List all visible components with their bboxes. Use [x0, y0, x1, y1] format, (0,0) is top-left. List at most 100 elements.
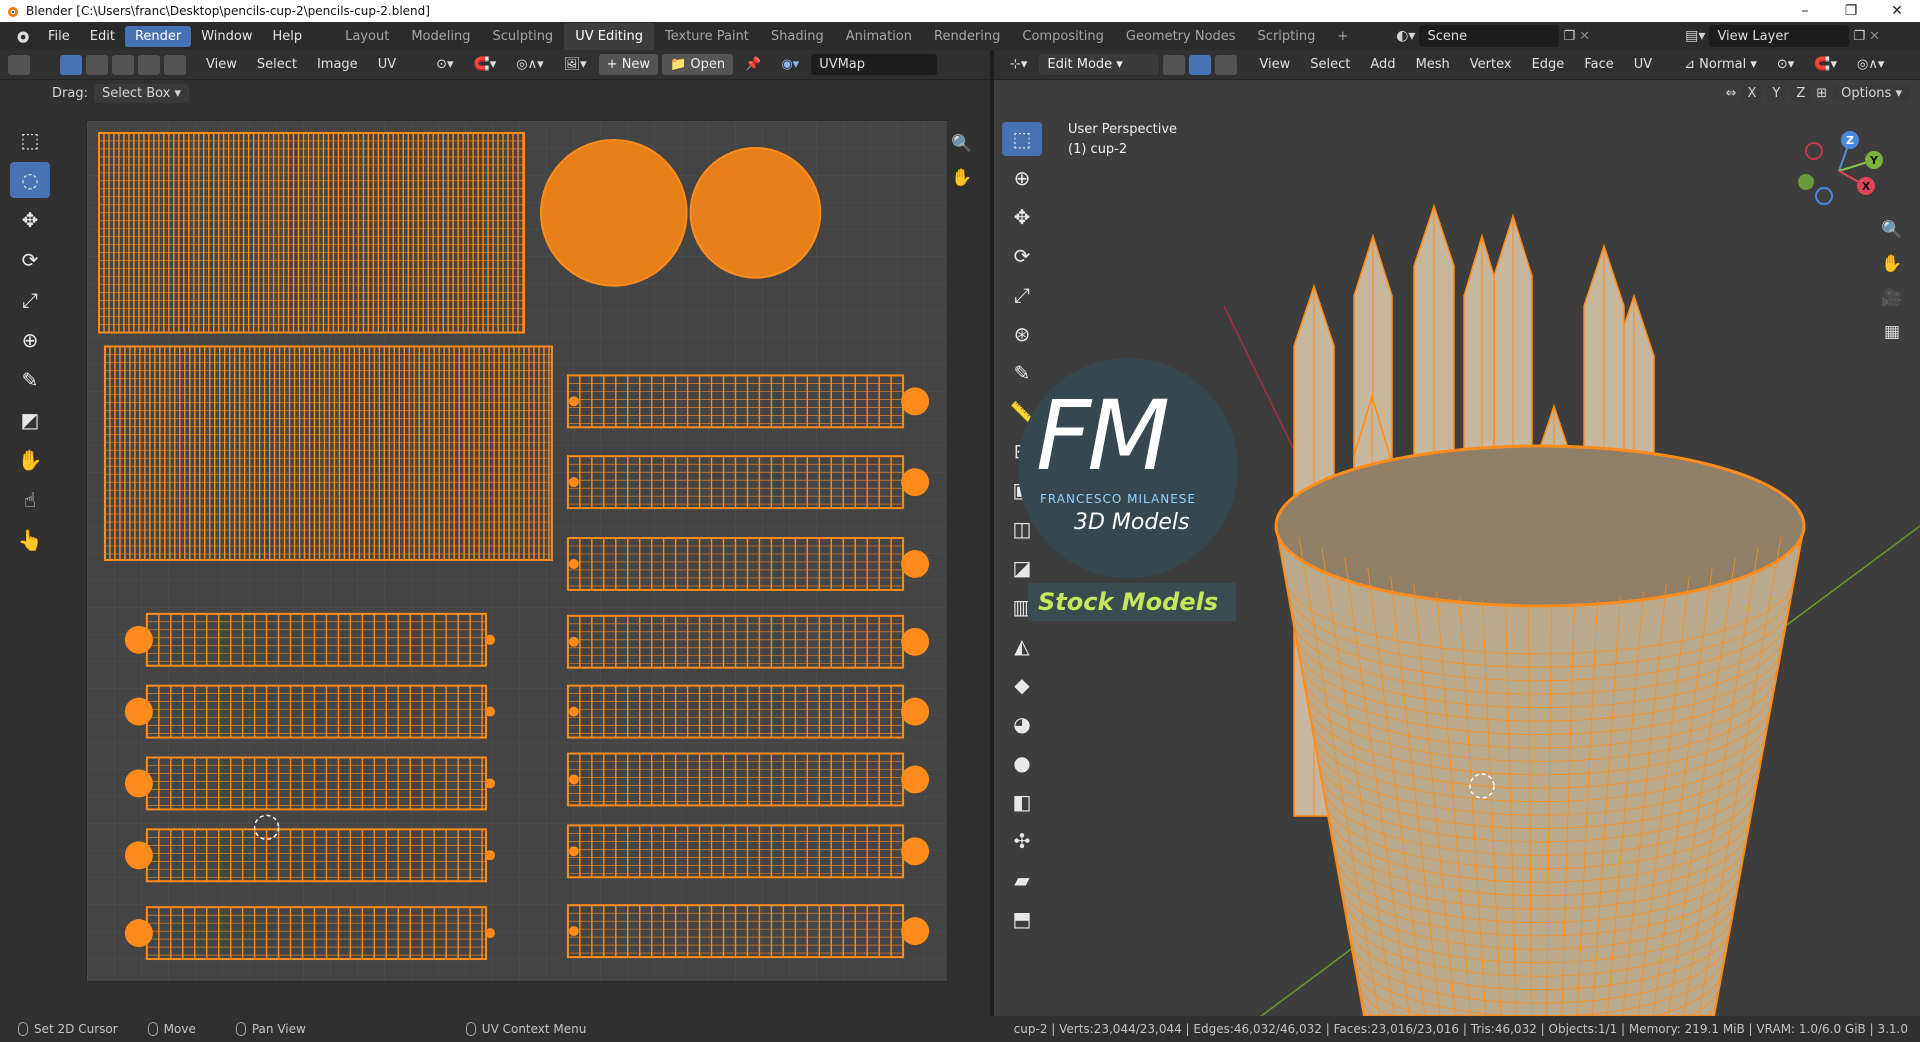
select-extend-icon[interactable] [1064, 84, 1082, 102]
vertex-mode-icon[interactable] [1163, 54, 1186, 75]
island-select-icon[interactable] [138, 54, 160, 75]
scene-name-field[interactable]: Scene [1419, 25, 1560, 47]
vp-menu-vertex[interactable]: Vertex [1462, 54, 1520, 75]
tab-compositing[interactable]: Compositing [1011, 23, 1115, 50]
tab-texture-paint[interactable]: Texture Paint [654, 23, 760, 50]
tab-sculpting[interactable]: Sculpting [481, 23, 564, 50]
vp-select-box-icon[interactable]: ⬚ [1002, 122, 1042, 156]
vp-edge-slide-icon[interactable]: ◧ [1002, 785, 1042, 819]
orientation-dropdown[interactable]: ⊿ Normal ▾ [1676, 54, 1765, 75]
vp-pivot-icon[interactable]: ⊙▾ [1769, 54, 1802, 75]
menu-render[interactable]: Render [124, 25, 192, 47]
vp-rotate-icon[interactable]: ⟳ [1002, 239, 1042, 273]
close-button[interactable]: ✕ [1874, 3, 1920, 19]
new-view-layer-icon[interactable]: ❐ [1853, 29, 1865, 44]
vp-poly-build-icon[interactable]: ◆ [1002, 668, 1042, 702]
tab-shading[interactable]: Shading [760, 23, 835, 50]
snap-icon[interactable]: 🧲▾ [466, 54, 505, 75]
vp-snap-icon[interactable]: 🧲▾ [1806, 54, 1845, 75]
editor-type-icon[interactable] [8, 54, 30, 75]
menu-file[interactable]: File [38, 26, 80, 47]
grab-tool-icon[interactable]: ✋ [10, 442, 50, 478]
view-layer-name-field[interactable]: View Layer [1709, 25, 1850, 47]
select-invert-icon[interactable] [1112, 84, 1130, 102]
editor-type-3d-icon[interactable]: ⊹▾ [1002, 54, 1035, 75]
mirror-z-toggle[interactable]: Z [1791, 84, 1811, 102]
select-subtract-icon[interactable] [1088, 84, 1106, 102]
face-mode-icon[interactable] [1215, 54, 1238, 75]
rotate-tool-icon[interactable]: ⟳ [10, 242, 50, 278]
uv-menu-image[interactable]: Image [309, 54, 366, 75]
vp-rip-icon[interactable]: ⬒ [1002, 902, 1042, 936]
view-layer-icon[interactable]: ▤▾ [1685, 28, 1705, 44]
mode-dropdown[interactable]: Edit Mode ▾ [1039, 54, 1160, 75]
vp-menu-mesh[interactable]: Mesh [1408, 54, 1458, 75]
maximize-button[interactable]: ❐ [1828, 3, 1874, 19]
new-image-button[interactable]: + New [598, 54, 659, 75]
vp-scale-icon[interactable]: ⤢ [1002, 278, 1042, 312]
vp-pan-icon[interactable]: ✋ [1878, 250, 1906, 278]
mirror-y-toggle[interactable]: Y [1767, 84, 1786, 102]
uvmap-field[interactable]: UVMap [811, 54, 938, 75]
vp-menu-view[interactable]: View [1251, 54, 1298, 75]
mirror-icon[interactable]: ⇔ [1726, 86, 1737, 101]
overlay-icon[interactable]: ◉▾ [773, 54, 807, 75]
vp-menu-uv[interactable]: UV [1626, 54, 1660, 75]
tab-scripting[interactable]: Scripting [1247, 23, 1327, 50]
transform-tool-icon[interactable]: ⊕ [10, 322, 50, 358]
minimize-button[interactable]: – [1782, 3, 1828, 19]
select-circle-tool-icon[interactable]: ◌ [10, 162, 50, 198]
tab-rendering[interactable]: Rendering [923, 23, 1011, 50]
select-new-icon[interactable] [1040, 84, 1058, 102]
vp-perspective-toggle-icon[interactable]: ▦ [1878, 318, 1906, 346]
sync-selection-icon[interactable] [34, 54, 56, 75]
vp-bevel-icon[interactable]: ◪ [1002, 551, 1042, 585]
drag-select-dropdown[interactable]: Select Box ▾ [93, 83, 190, 103]
vp-zoom-icon[interactable]: 🔍 [1878, 216, 1906, 244]
face-select-icon[interactable] [112, 54, 134, 75]
tab-modeling[interactable]: Modeling [400, 23, 481, 50]
move-tool-icon[interactable]: ✥ [10, 202, 50, 238]
tab-animation[interactable]: Animation [835, 23, 923, 50]
pivot-point-icon[interactable]: ⊙▾ [428, 54, 461, 75]
tab-geometry-nodes[interactable]: Geometry Nodes [1115, 23, 1247, 50]
proportional-edit-icon[interactable]: ◎∧▾ [508, 54, 551, 75]
auto-merge-icon[interactable]: ⊞ [1816, 86, 1827, 101]
select-intersect-icon[interactable] [1136, 84, 1154, 102]
vp-smooth-icon[interactable]: ● [1002, 746, 1042, 780]
delete-view-layer-icon[interactable]: ✕ [1869, 29, 1880, 44]
annotate-tool-icon[interactable]: ✎ [10, 362, 50, 398]
new-scene-icon[interactable]: ❐ [1563, 29, 1575, 44]
tab-uv-editing[interactable]: UV Editing [564, 22, 655, 50]
mirror-x-toggle[interactable]: X [1742, 84, 1762, 102]
vp-cursor-icon[interactable]: ⊕ [1002, 161, 1042, 195]
vp-shrink-fatten-icon[interactable]: ✣ [1002, 824, 1042, 858]
navigation-gizmo[interactable]: Z Y X [1794, 126, 1884, 216]
tweak-tool-icon[interactable]: ⬚ [10, 122, 50, 158]
vp-shear-icon[interactable]: ▰ [1002, 863, 1042, 897]
menu-window[interactable]: Window [191, 26, 262, 47]
zoom-uv-icon[interactable]: 🔍 [948, 130, 976, 158]
relax-tool-icon[interactable]: ☝ [10, 482, 50, 518]
open-image-button[interactable]: 📁 Open [662, 54, 734, 75]
delete-scene-icon[interactable]: ✕ [1579, 29, 1590, 44]
vp-menu-select[interactable]: Select [1302, 54, 1358, 75]
add-workspace-button[interactable]: + [1326, 23, 1359, 50]
menu-edit[interactable]: Edit [80, 26, 125, 47]
vp-spin-icon[interactable]: ◕ [1002, 707, 1042, 741]
vp-proportional-icon[interactable]: ◎∧▾ [1849, 54, 1892, 75]
vertex-select-icon[interactable] [60, 54, 82, 75]
uv-menu-select[interactable]: Select [249, 54, 305, 75]
vp-menu-add[interactable]: Add [1362, 54, 1403, 75]
edge-select-icon[interactable] [86, 54, 108, 75]
vp-menu-edge[interactable]: Edge [1524, 54, 1573, 75]
pinch-tool-icon[interactable]: 👆 [10, 522, 50, 558]
scale-tool-icon[interactable]: ⤢ [10, 282, 50, 318]
sticky-select-icon[interactable] [164, 54, 186, 75]
image-browse-icon[interactable]: 🖼▾ [556, 54, 595, 75]
vp-knife-icon[interactable]: ◭ [1002, 629, 1042, 663]
vp-transform-icon[interactable]: ⊛ [1002, 317, 1042, 351]
vp-menu-face[interactable]: Face [1576, 54, 1621, 75]
uv-menu-uv[interactable]: UV [370, 54, 404, 75]
rip-tool-icon[interactable]: ◩ [10, 402, 50, 438]
